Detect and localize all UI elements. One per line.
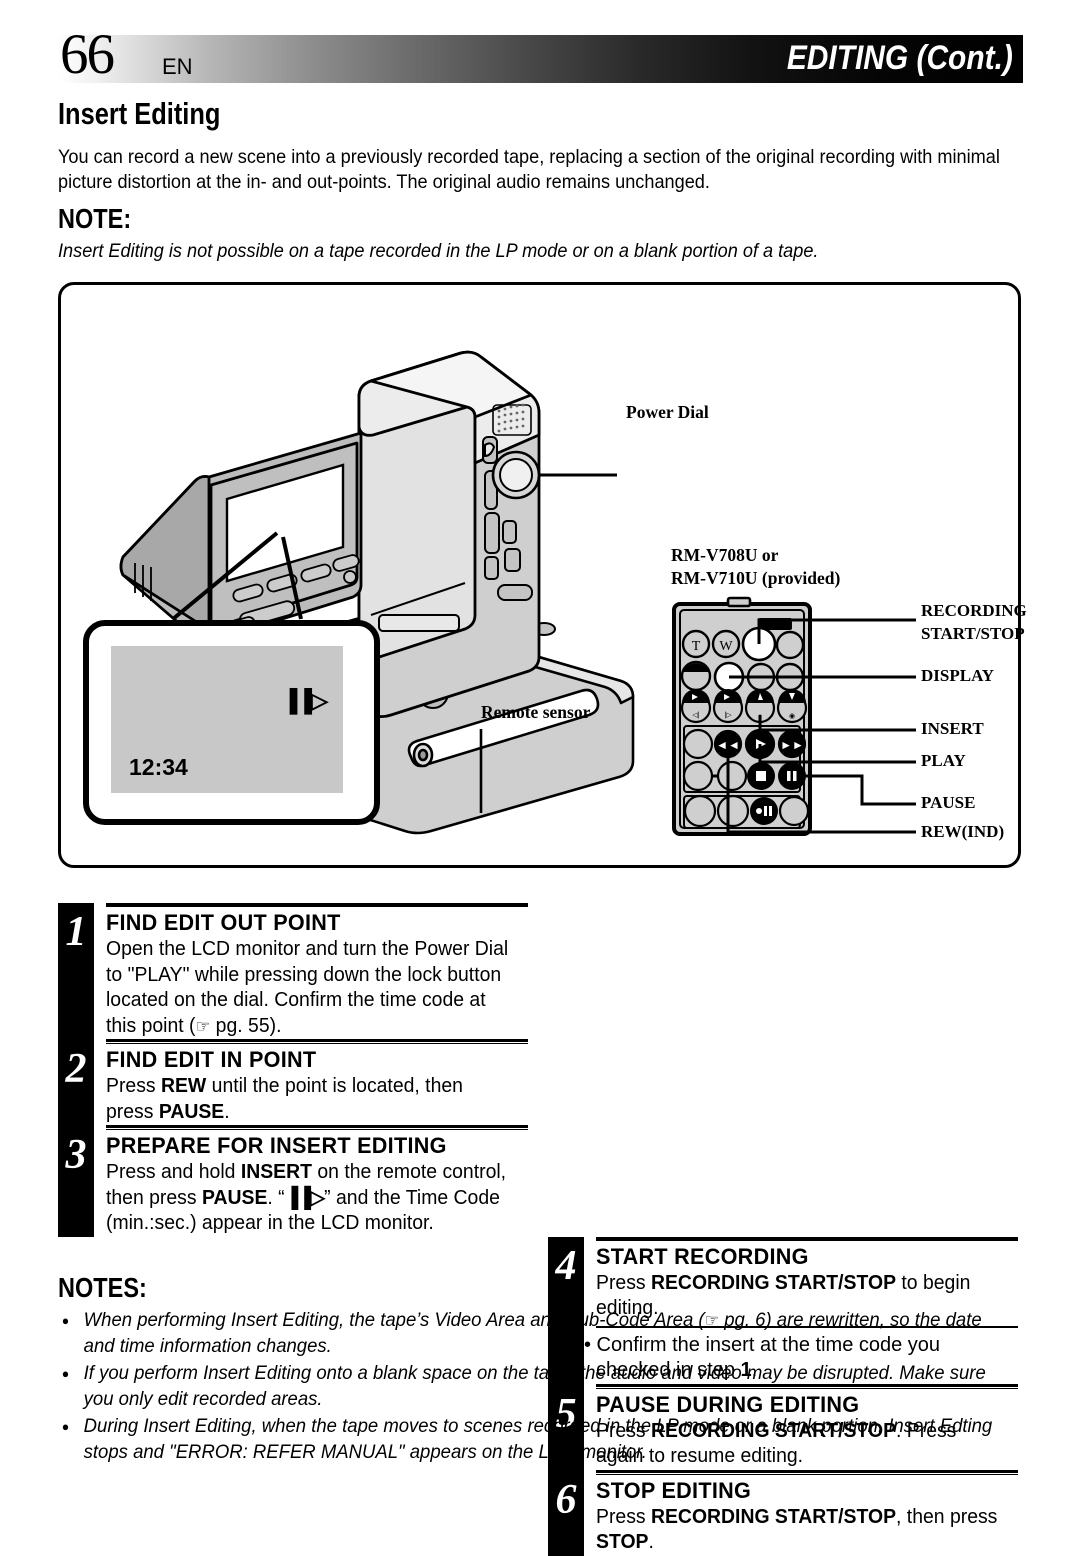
- svg-text:|▷: |▷: [724, 712, 732, 719]
- step-number: 6: [555, 1476, 577, 1523]
- insert-callout: INSERT: [921, 719, 984, 738]
- svg-text:◉: ◉: [789, 713, 795, 720]
- page-header: 66 EN EDITING (Cont.): [58, 26, 1023, 83]
- svg-text:◁|: ◁|: [692, 712, 699, 719]
- step-body: Press RECORDING START/STOP, then press S…: [596, 1505, 998, 1554]
- pause-play-icon: ▐▐▷: [284, 1186, 325, 1209]
- note-item: When performing Insert Editing, the tape…: [58, 1308, 1018, 1359]
- pause-play-icon: ▐▐▷: [281, 688, 328, 713]
- step-separator-rule: [596, 1236, 1018, 1241]
- notes-heading: NOTES:: [58, 1272, 147, 1303]
- pause-callout: PAUSE: [921, 793, 976, 812]
- notes-list: When performing Insert Editing, the tape…: [58, 1308, 1058, 1467]
- chapter-title: EDITING (Cont.): [786, 39, 1013, 77]
- page-language-code: EN: [162, 54, 193, 79]
- step-number: 3: [65, 1132, 87, 1178]
- step-separator-rule: [106, 1125, 528, 1130]
- step-number: 4: [555, 1242, 577, 1289]
- step-separator-rule: [596, 1469, 1018, 1475]
- lcd-screen: ▐▐▷ 12:34: [111, 646, 343, 793]
- step-title: STOP EDITING: [596, 1477, 752, 1503]
- pointing-hand-icon: ☞: [195, 1016, 211, 1036]
- play-callout: PLAY: [921, 751, 966, 770]
- pointing-hand-icon: ☞: [704, 1311, 720, 1330]
- step-title: PREPARE FOR INSERT EDITING: [106, 1133, 447, 1158]
- step-separator-rule: [106, 1039, 528, 1044]
- power-dial-label: Power Dial: [626, 402, 709, 422]
- svg-text:►►: ►►: [780, 738, 804, 752]
- step-item: 6 STOP EDITING Press RECORDING START/STOP,…: [548, 1478, 1018, 1556]
- note-heading: NOTE:: [58, 203, 132, 234]
- page-number: 66: [60, 23, 115, 86]
- note-item: During Insert Editing, when the tape mov…: [58, 1414, 1018, 1465]
- step-number: 1: [65, 909, 87, 955]
- remote-model-label-line1: RM-V708U or: [671, 545, 779, 565]
- note-item: If you perform Insert Editing onto a bla…: [58, 1361, 1018, 1412]
- step-item: 1 FIND EDIT OUT POINT Open the LCD monitor…: [58, 910, 528, 1039]
- display-callout: DISPLAY: [921, 666, 995, 685]
- step-body: Open the LCD monitor and turn the Power …: [106, 938, 509, 1037]
- rewind-callout: REW(IND): [921, 822, 1005, 841]
- power-dial-graphic: [491, 450, 541, 500]
- step-title: FIND EDIT OUT POINT: [106, 910, 341, 935]
- svg-text:T: T: [692, 639, 701, 654]
- svg-text:W: W: [719, 639, 733, 654]
- step-body: Press and hold INSERT on the remote cont…: [106, 1161, 507, 1234]
- recording-callout-line2: START/STOP: [921, 624, 1025, 643]
- page-title: Insert Editing: [58, 96, 221, 131]
- steps-column-left: 1 FIND EDIT OUT POINT Open the LCD monitor…: [58, 903, 528, 1237]
- recording-callout-line1: RECORDING: [921, 601, 1027, 620]
- lcd-magnified-inset: ▐▐▷ 12:34: [83, 620, 380, 825]
- illustration-panel: ▐▐▷ 12:34 Power Dial RM-V708U or RM-V710…: [58, 282, 1027, 868]
- remote-sensor-label: Remote sensor: [481, 702, 591, 722]
- step-title: START RECORDING: [596, 1243, 809, 1269]
- intro-paragraph: You can record a new scene into a previo…: [58, 146, 1000, 193]
- step-body: Press REW until the point is located, th…: [106, 1075, 463, 1123]
- step-item: 3 PREPARE FOR INSERT EDITING Press and hol…: [58, 1133, 528, 1237]
- step-number: 2: [65, 1046, 87, 1092]
- remote-model-label-line2: RM-V710U (provided): [671, 568, 841, 588]
- step-separator-rule: [106, 903, 528, 907]
- step-item: 2 FIND EDIT IN POINT Press REW until the p…: [58, 1047, 528, 1125]
- note-paragraph: Insert Editing is not possible on a tape…: [58, 240, 819, 262]
- lcd-time-code: 12:34: [129, 754, 188, 780]
- step-title: FIND EDIT IN POINT: [106, 1047, 317, 1072]
